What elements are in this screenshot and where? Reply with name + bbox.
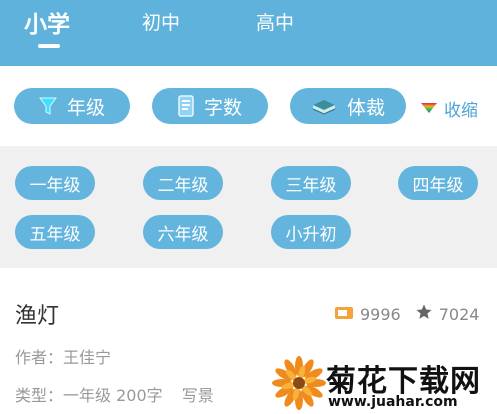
star-icon [415,303,433,325]
stars-count: 7024 [438,304,480,324]
filter-genre-button[interactable]: 体裁 [290,88,406,124]
watermark-url: www.juahar.com [328,394,458,410]
tab-junior-high[interactable]: 初中 [142,8,180,35]
filter-wordcount-label: 字数 [203,96,242,119]
grade-chip-3[interactable]: 三年级 [271,166,351,200]
filter-bar: 年级 字数 体裁 收缩 [0,66,497,146]
grade-chip-1[interactable]: 一年级 [15,166,95,200]
article-type: 类型：一年级 200字 写景 [15,382,214,406]
filter-wordcount-button[interactable]: 字数 [152,88,268,124]
book-icon [311,97,337,115]
chrysanthemum-logo-icon [272,356,326,414]
grade-chip-5[interactable]: 五年级 [15,215,95,249]
views-count: 9996 [360,304,401,324]
article-genre: 写景 [181,386,214,405]
collapse-label: 收缩 [444,101,478,121]
active-tab-indicator [38,44,60,48]
article-stats: 9996 7024 [334,303,479,325]
funnel-icon [38,96,57,116]
article-type-line: 类型：一年级 200字 [15,386,163,405]
document-icon [178,95,194,117]
filter-grade-label: 年级 [66,96,105,119]
level-tab-bar: 小学 初中 高中 [0,0,497,66]
tab-senior-high[interactable]: 高中 [256,8,294,35]
grade-chip-4[interactable]: 四年级 [398,166,478,200]
grade-options-panel: 一年级 二年级 三年级 四年级 五年级 六年级 小升初 [0,146,497,268]
triangle-down-icon [420,99,438,119]
grade-chip-7[interactable]: 小升初 [271,215,351,249]
article-author: 作者：王佳宁 [15,348,112,367]
filter-genre-label: 体裁 [346,96,385,119]
tab-primary-school[interactable]: 小学 [24,5,70,39]
views-icon [334,305,354,324]
collapse-button[interactable]: 收缩 [420,96,478,121]
filter-grade-button[interactable]: 年级 [14,88,130,124]
article-title: 渔灯 [15,304,60,329]
site-watermark: 菊花下载网 www.juahar.com [272,354,497,412]
grade-chip-2[interactable]: 二年级 [143,166,223,200]
grade-chip-6[interactable]: 六年级 [143,215,223,249]
